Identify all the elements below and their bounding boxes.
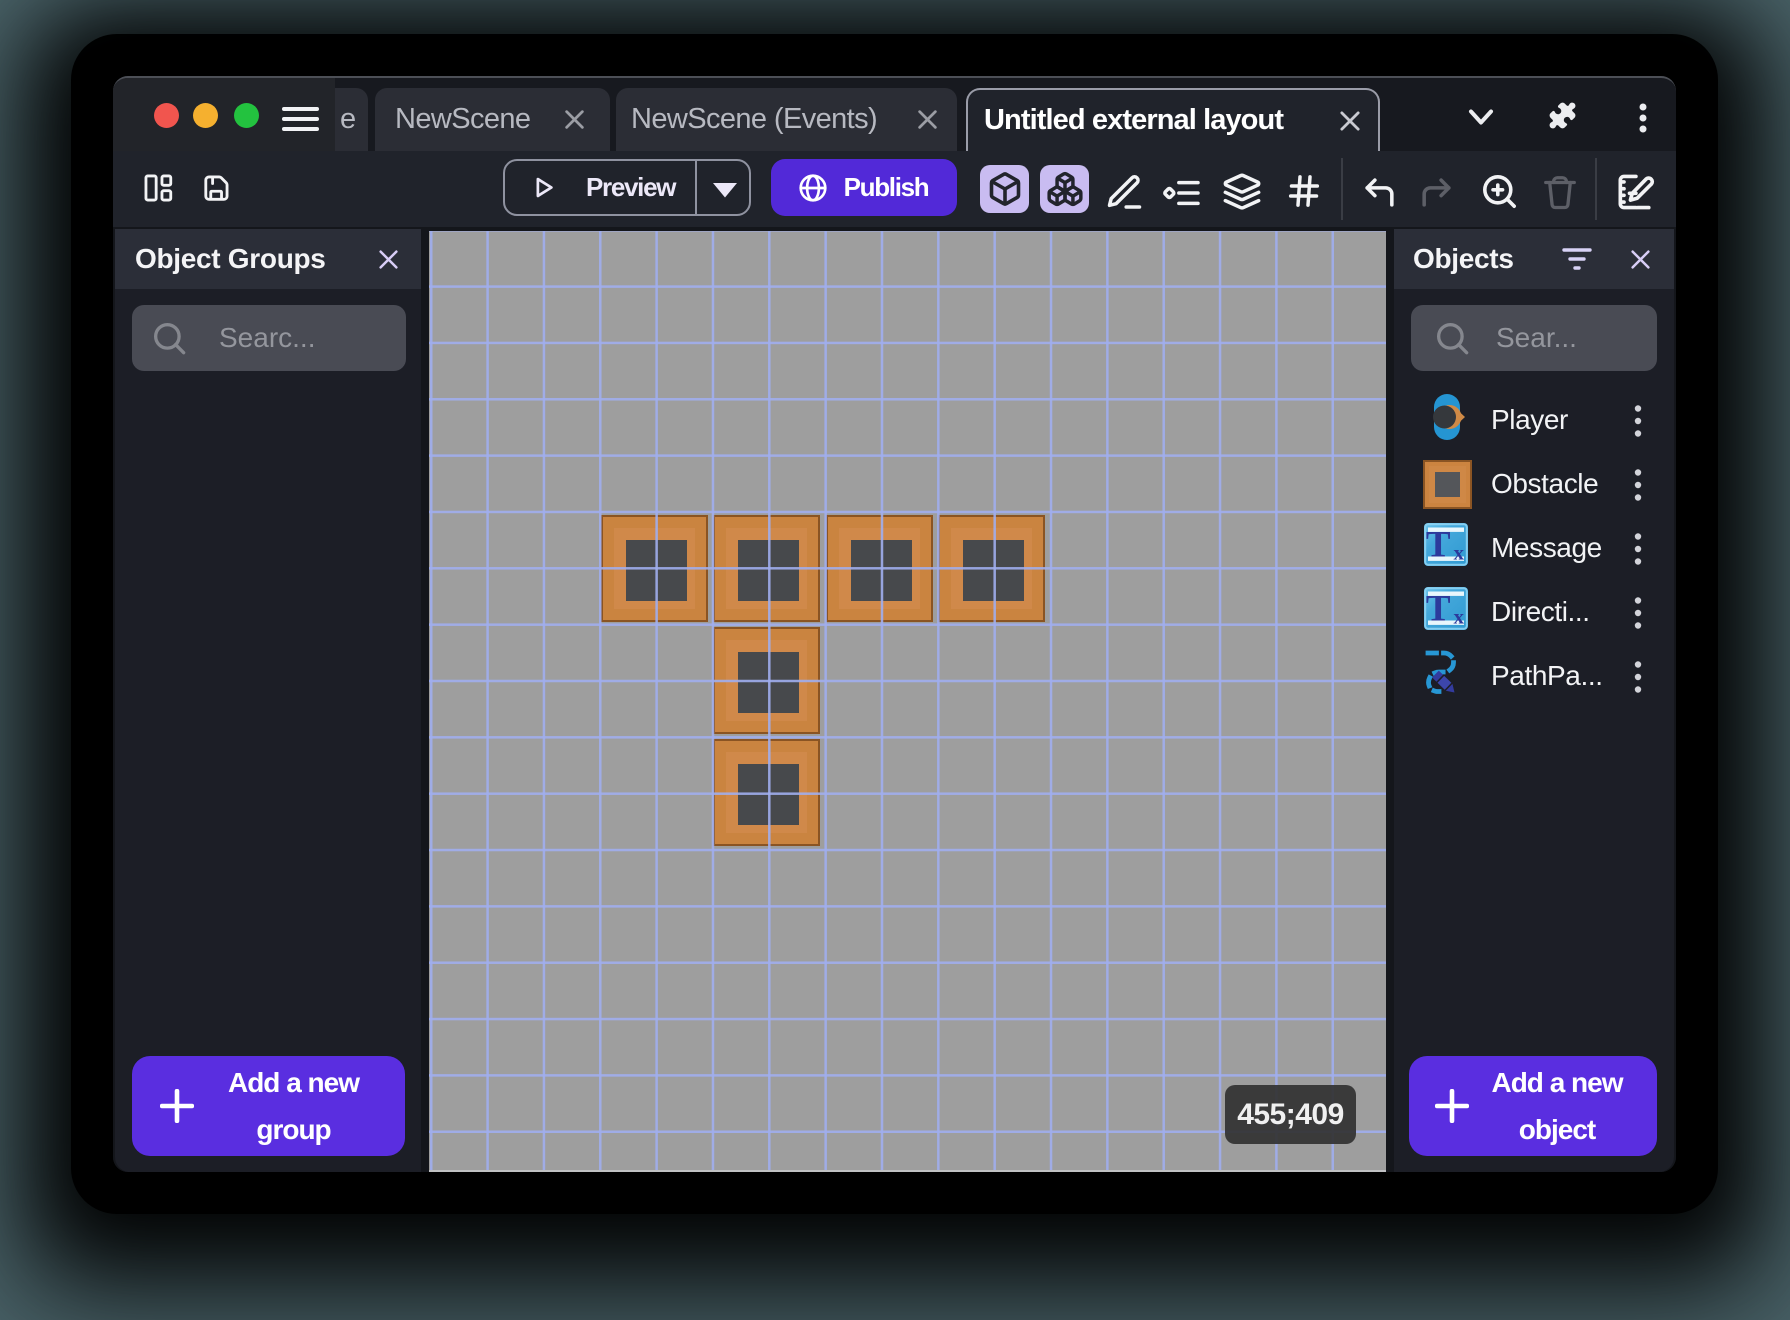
svg-text:x: x: [1453, 541, 1464, 565]
svg-text:T: T: [1426, 525, 1451, 566]
svg-text:T: T: [1426, 589, 1451, 630]
svg-text:x: x: [1453, 605, 1464, 629]
